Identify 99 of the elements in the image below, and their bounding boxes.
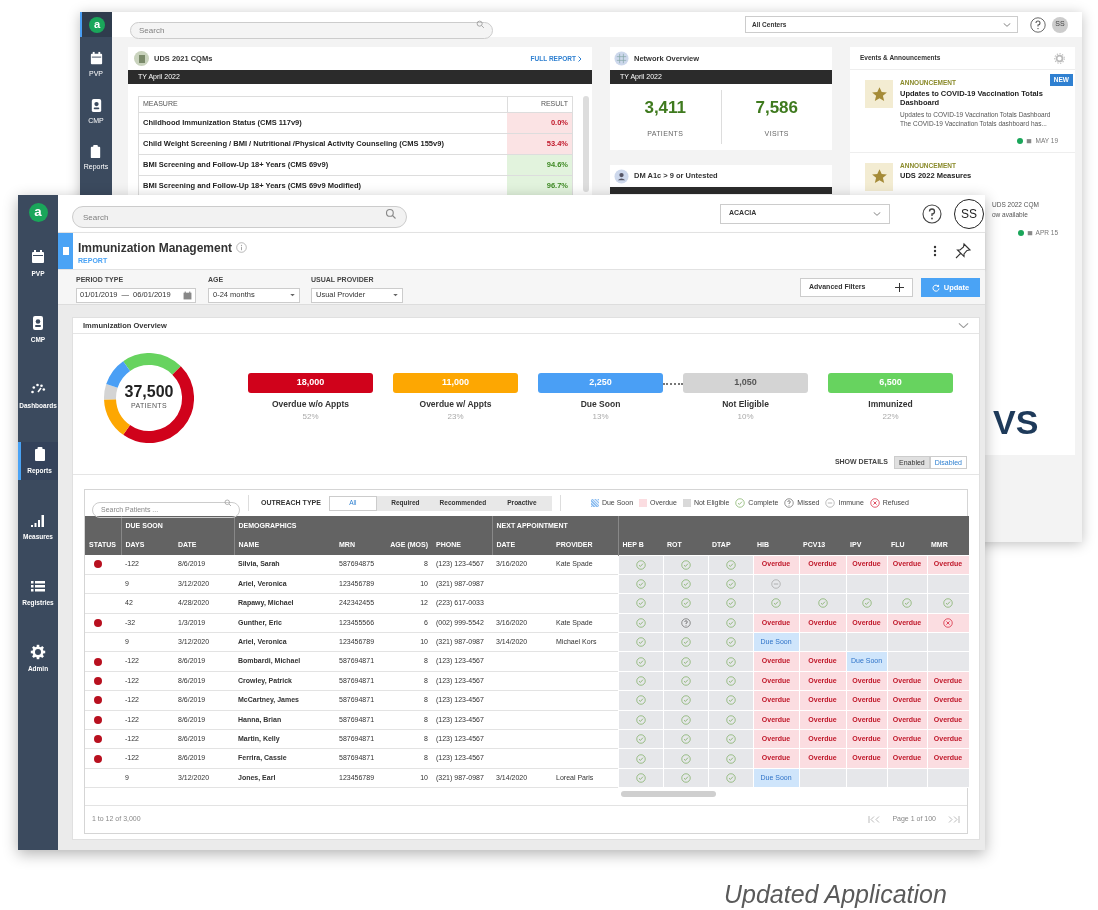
search-field[interactable]: Search xyxy=(130,22,493,39)
stat-value: 3,411 xyxy=(644,97,687,119)
caret-icon xyxy=(393,293,398,297)
stat-value: 7,586 xyxy=(755,97,798,119)
chevron-down-icon xyxy=(1003,22,1011,27)
chevron-down-icon xyxy=(873,211,881,216)
check-circle-icon xyxy=(725,773,736,783)
signal-bars-icon xyxy=(30,512,46,528)
legend-swatch xyxy=(639,499,648,507)
stat-bar: 18,000 xyxy=(248,373,373,394)
check-circle-icon xyxy=(635,773,646,783)
check-circle-icon xyxy=(725,714,736,725)
check-circle-icon xyxy=(943,598,953,609)
stat-label: Immunized xyxy=(868,398,913,411)
check-circle-icon xyxy=(680,579,691,590)
legend-swatch xyxy=(682,499,691,507)
stat-bar: 11,000 xyxy=(393,373,518,394)
check-circle-icon xyxy=(635,598,646,609)
stat-percent: 23% xyxy=(447,410,464,423)
check-circle-icon xyxy=(680,714,691,725)
stat-label: Not Eligible xyxy=(722,398,769,411)
stat-percent: 52% xyxy=(302,410,319,423)
legend-swatch xyxy=(590,499,599,507)
stat-percent: 10% xyxy=(737,410,754,423)
chevron-right-icon xyxy=(578,55,582,62)
check-circle-icon xyxy=(725,617,736,628)
check-circle-icon xyxy=(861,598,872,609)
settings-icon xyxy=(30,643,46,660)
check-circle-icon xyxy=(902,598,912,609)
info-icon[interactable] xyxy=(236,242,247,253)
check-circle-icon xyxy=(680,695,691,706)
check-circle-icon xyxy=(680,598,691,609)
check-circle-icon xyxy=(635,579,646,590)
search-icon[interactable] xyxy=(224,499,232,507)
avatar[interactable]: SS xyxy=(954,198,984,229)
check-circle-icon xyxy=(817,598,828,609)
banner-text: VS xyxy=(993,403,1039,441)
caption: Updated Application xyxy=(724,880,947,908)
stat-bar: 1,050 xyxy=(683,373,808,394)
x-circle-icon xyxy=(943,617,953,628)
check-circle-icon xyxy=(725,579,736,590)
check-circle-icon xyxy=(680,676,691,687)
check-circle-icon xyxy=(725,676,736,687)
check-circle-icon xyxy=(725,753,736,764)
check-circle-icon xyxy=(725,734,736,745)
stat-percent: 13% xyxy=(592,410,609,423)
check-circle-icon xyxy=(735,498,746,508)
check-circle-icon xyxy=(635,656,646,667)
stat-label: Overdue w/ Appts xyxy=(419,398,492,411)
check-circle-icon xyxy=(680,773,691,783)
pin-icon[interactable] xyxy=(954,242,972,260)
check-circle-icon xyxy=(771,598,781,609)
check-circle-icon xyxy=(680,637,691,648)
stat-label: Due Soon xyxy=(580,398,621,411)
caret-icon xyxy=(290,293,295,297)
stat-percent: 22% xyxy=(882,410,899,423)
check-circle-icon xyxy=(725,695,736,706)
check-circle-icon xyxy=(725,637,736,648)
check-circle-icon xyxy=(635,617,646,628)
check-circle-icon xyxy=(635,695,646,706)
help-icon[interactable] xyxy=(922,203,942,224)
search-icon[interactable] xyxy=(476,20,485,29)
search-field[interactable]: Search xyxy=(72,206,407,228)
settings-icon[interactable] xyxy=(1054,52,1065,64)
globe-icon xyxy=(614,51,629,66)
question-circle-icon xyxy=(680,617,691,628)
person-circle-icon xyxy=(614,168,629,184)
check-circle-icon xyxy=(680,656,691,667)
check-circle-icon xyxy=(635,676,646,687)
check-circle-icon xyxy=(680,559,691,570)
check-circle-icon xyxy=(635,734,646,745)
id-badge-icon xyxy=(30,314,46,331)
more-icon[interactable] xyxy=(933,245,937,257)
check-circle-icon xyxy=(680,734,691,745)
help-icon[interactable] xyxy=(1030,16,1046,33)
check-circle-icon xyxy=(635,714,646,725)
check-circle-icon xyxy=(635,753,646,764)
plus-icon xyxy=(895,283,904,292)
x-circle-icon xyxy=(869,498,880,508)
check-circle-icon xyxy=(725,656,736,667)
search-icon[interactable] xyxy=(385,207,397,220)
star-icon xyxy=(870,168,888,185)
stat-bar: 2,250 xyxy=(538,373,663,394)
clipboard-icon xyxy=(134,51,149,66)
page-title: Immunization Management xyxy=(78,239,232,257)
question-circle-icon xyxy=(784,498,795,508)
check-circle-icon xyxy=(680,753,691,764)
check-circle-icon xyxy=(635,637,646,648)
total-value: 37,500 xyxy=(124,384,174,401)
chevron-down-icon xyxy=(958,322,969,329)
minus-circle-icon xyxy=(825,498,836,508)
check-circle-icon xyxy=(635,559,646,570)
refresh-icon xyxy=(931,283,940,292)
minus-circle-icon xyxy=(771,579,781,590)
stat-bar: 6,500 xyxy=(828,373,953,394)
check-circle-icon xyxy=(725,559,736,570)
stat-label: Overdue w/o Appts xyxy=(271,398,350,411)
check-circle-icon xyxy=(725,598,736,609)
star-icon xyxy=(870,85,888,103)
